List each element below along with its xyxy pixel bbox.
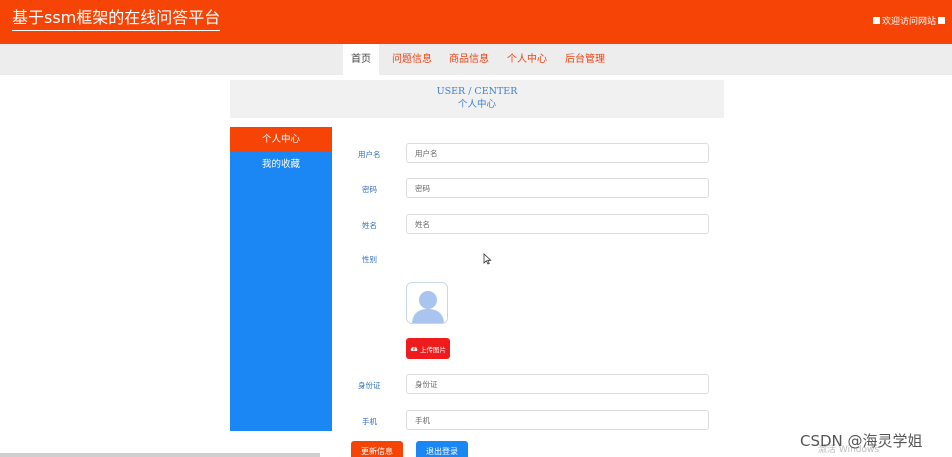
- page-banner: USER / CENTER 个人中心: [230, 80, 724, 118]
- mouse-cursor-icon: [483, 253, 492, 265]
- cloud-upload-icon: [410, 347, 418, 351]
- user-sidebar: 个人中心 我的收藏: [230, 127, 332, 431]
- nav-item-admin[interactable]: 后台管理: [565, 44, 605, 75]
- nav-item-questions[interactable]: 问题信息: [392, 44, 432, 75]
- name-input[interactable]: [406, 214, 709, 234]
- upload-image-button[interactable]: 上传图片: [406, 338, 450, 359]
- banner-title-en: USER / CENTER: [436, 86, 518, 97]
- nav-item-home[interactable]: 首页: [343, 44, 379, 75]
- sidebar-item-user-center[interactable]: 个人中心: [230, 127, 332, 152]
- user-placeholder-icon: [407, 283, 447, 323]
- nav-item-products[interactable]: 商品信息: [449, 44, 489, 75]
- horizontal-scrollbar[interactable]: [0, 453, 320, 457]
- username-label: 用户名: [358, 150, 381, 159]
- nav-item-user-center[interactable]: 个人中心: [507, 44, 547, 75]
- csdn-watermark: CSDN @海灵学姐: [800, 432, 923, 450]
- site-title[interactable]: 基于ssm框架的在线问答平台: [12, 8, 221, 31]
- main-nav: 首页 问题信息 商品信息 个人中心 后台管理: [0, 44, 952, 75]
- password-input[interactable]: [406, 178, 709, 198]
- upload-image-label: 上传图片: [420, 345, 446, 354]
- name-label: 姓名: [362, 221, 377, 230]
- update-info-button[interactable]: 更新信息: [351, 441, 403, 457]
- square-icon: [938, 17, 945, 24]
- username-input[interactable]: [406, 143, 709, 163]
- sidebar-item-favorites[interactable]: 我的收藏: [230, 152, 332, 177]
- welcome-banner: 欢迎访问网站: [872, 14, 945, 27]
- avatar-preview: [406, 282, 448, 324]
- square-icon: [872, 17, 880, 24]
- id-card-label: 身份证: [358, 381, 381, 390]
- phone-label: 手机: [362, 417, 377, 426]
- password-label: 密码: [362, 185, 377, 194]
- logout-button[interactable]: 退出登录: [416, 441, 468, 457]
- phone-input[interactable]: [406, 410, 709, 430]
- welcome-text: 欢迎访问网站: [881, 17, 936, 27]
- banner-title-cn: 个人中心: [457, 99, 496, 110]
- id-card-input[interactable]: [406, 374, 709, 394]
- site-header: 基于ssm框架的在线问答平台 欢迎访问网站: [0, 0, 952, 44]
- gender-label: 性别: [362, 255, 377, 264]
